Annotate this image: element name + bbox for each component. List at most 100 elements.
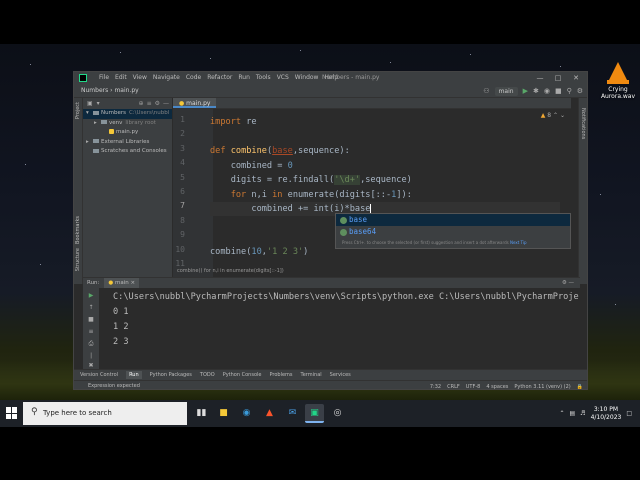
tab-python-console[interactable]: Python Console — [223, 372, 262, 378]
network-icon[interactable]: ▤ — [570, 410, 576, 417]
folder-icon: ▣ — [87, 100, 93, 107]
collapse-icon[interactable]: ⊕ — [139, 100, 144, 107]
tree-arrow-icon[interactable]: ▸ — [86, 138, 93, 148]
notification-icon[interactable]: □ — [626, 410, 632, 417]
search-icon[interactable]: ⚲ — [567, 87, 572, 95]
menu-navigate[interactable]: Navigate — [150, 72, 183, 84]
completion-item[interactable]: base — [336, 214, 570, 226]
taskbar-search-box[interactable]: ⚲ Type here to search — [23, 402, 187, 425]
rerun-icon[interactable]: ▶ — [87, 292, 95, 299]
menu-window[interactable]: Window — [292, 72, 322, 84]
minimize-icon[interactable]: — — [531, 72, 549, 84]
windows-start-icon[interactable] — [6, 407, 18, 419]
menu-edit[interactable]: Edit — [112, 72, 130, 84]
tree-item[interactable]: main.py — [83, 128, 172, 138]
settings-icon[interactable]: ⚙ — [577, 87, 583, 95]
hide-icon[interactable]: — — [163, 100, 169, 107]
mail-icon[interactable]: ✉ — [283, 404, 302, 423]
line-number: 9 — [180, 230, 185, 240]
task-view-icon[interactable]: ▮▮ — [192, 404, 211, 423]
code-line-1: import re — [210, 117, 257, 127]
line-gutter: 1 2 3 4 5 6 7 8 9 10 11 — [173, 109, 213, 284]
tree-item-detail: C:\Users\nubbl — [128, 110, 170, 116]
stop-icon[interactable]: ■ — [555, 87, 562, 95]
pycharm-taskbar-icon[interactable]: ▣ — [305, 404, 324, 423]
completion-hint: Press Ctrl+. to choose the selected (or … — [342, 240, 527, 245]
project-tool-tab[interactable]: Project — [75, 102, 81, 119]
tab-problems[interactable]: Problems — [269, 372, 292, 378]
code-area[interactable]: import re def combine(base,sequence): co… — [210, 109, 560, 284]
console-output[interactable]: C:\Users\nubbl\PycharmProjects\Numbers\v… — [113, 290, 579, 368]
completion-item[interactable]: base64 — [336, 226, 570, 238]
tree-arrow-icon[interactable]: ▾ — [86, 109, 93, 119]
tab-python-packages[interactable]: Python Packages — [150, 372, 192, 378]
console-line: 0 1 — [113, 307, 129, 317]
tab-todo[interactable]: TODO — [200, 372, 215, 378]
editor-tab-main[interactable]: ● main.py — [173, 98, 217, 108]
run-icon[interactable]: ▶ — [523, 87, 528, 95]
tree-item[interactable]: Scratches and Consoles — [83, 147, 172, 157]
breadcrumb[interactable]: Numbers › main.py — [81, 84, 139, 98]
file-explorer-icon[interactable]: ■ — [214, 404, 233, 423]
structure-tool-tab[interactable]: Structure — [75, 248, 81, 271]
down-icon[interactable]: ⌄ — [560, 112, 565, 119]
file-encoding[interactable]: UTF-8 — [466, 384, 481, 390]
project-dropdown-icon[interactable]: ▾ — [97, 100, 100, 107]
user-icon[interactable]: ⚇ — [483, 87, 489, 95]
notifications-tool-tab[interactable]: Notifications — [580, 108, 586, 139]
next-tip-link[interactable]: Next Tip — [510, 240, 527, 245]
tab-version-control[interactable]: Version Control — [80, 372, 118, 378]
lock-icon[interactable]: 🔒 — [577, 384, 583, 390]
run-panel-options[interactable]: ⚙ — — [562, 280, 580, 286]
menu-view[interactable]: View — [130, 72, 150, 84]
pycharm-logo-icon[interactable] — [79, 74, 87, 82]
indent-setting[interactable]: 4 spaces — [486, 384, 508, 390]
menu-vcs[interactable]: VCS — [274, 72, 292, 84]
debug-icon[interactable]: ✱ — [533, 87, 539, 95]
tab-run[interactable]: Run — [126, 371, 142, 379]
menu-tools[interactable]: Tools — [253, 72, 274, 84]
close-icon[interactable]: ✕ — [567, 72, 585, 84]
line-separator[interactable]: CRLF — [447, 384, 460, 390]
panel-settings-icon[interactable]: ⚙ — [155, 100, 160, 107]
up-arrow-icon[interactable]: ↑ — [87, 304, 95, 311]
volume-icon[interactable]: ♬ — [580, 410, 585, 417]
taskbar: ⚲ Type here to search ▮▮ ■ ◉ ▲ ✉ ▣ ◎ ⌃ ▤… — [0, 400, 640, 427]
stop-run-icon[interactable]: ■ — [87, 316, 95, 323]
pin-icon[interactable]: ❘ — [87, 352, 95, 359]
coverage-icon[interactable]: ◉ — [544, 87, 550, 95]
menu-file[interactable]: File — [96, 72, 112, 84]
edge-icon[interactable]: ◉ — [237, 404, 256, 423]
menu-bar: File Edit View Navigate Code Refactor Ru… — [96, 72, 341, 84]
menu-code[interactable]: Code — [183, 72, 204, 84]
menu-refactor[interactable]: Refactor — [204, 72, 235, 84]
tree-arrow-icon[interactable]: ▸ — [94, 119, 101, 129]
code-line-3: def combine(base,sequence): — [210, 146, 350, 156]
editor-breadcrumb[interactable]: combine() for n,i in enumerate(digits[::… — [177, 266, 284, 276]
tree-item[interactable]: ▸ venv library root — [83, 119, 172, 129]
interpreter[interactable]: Python 3.11 (venv) (2) — [514, 384, 570, 390]
cursor-position[interactable]: 7:32 — [430, 384, 441, 390]
clock[interactable]: 3:10 PM 4/10/2023 — [591, 406, 622, 422]
tab-terminal[interactable]: Terminal — [301, 372, 322, 378]
desktop-icon-audio-file[interactable]: Crying Aurora.wav — [598, 62, 638, 100]
bookmarks-tool-tab[interactable]: Bookmarks — [75, 216, 81, 244]
tree-item[interactable]: ▾ Numbers C:\Users\nubbl — [83, 109, 172, 119]
tree-item-detail: library root — [125, 119, 156, 126]
expand-icon[interactable]: ≡ — [147, 100, 152, 107]
run-tab[interactable]: ● main × — [104, 278, 140, 288]
autocomplete-popup: base base64 Press Ctrl+. to choose the s… — [335, 213, 571, 249]
wrap-icon[interactable]: ≡ — [87, 328, 95, 335]
trash-icon[interactable]: ✖ — [87, 362, 95, 369]
print-icon[interactable]: ⎙ — [87, 340, 95, 348]
tray-arrow-icon[interactable]: ⌃ — [559, 410, 564, 417]
code-editor[interactable]: ● main.py ▲ 8 ⌃ ⌄ 1 2 3 4 5 6 7 8 9 10 11 import r… — [173, 98, 571, 284]
tree-item[interactable]: ▸ External Libraries — [83, 138, 172, 148]
brave-icon[interactable]: ▲ — [260, 404, 279, 423]
tab-services[interactable]: Services — [330, 372, 351, 378]
obs-icon[interactable]: ◎ — [328, 404, 347, 423]
right-tool-strip: Notifications — [578, 98, 587, 284]
menu-run[interactable]: Run — [235, 72, 253, 84]
maximize-icon[interactable]: □ — [549, 72, 567, 84]
run-config-selector[interactable]: main — [494, 86, 518, 96]
